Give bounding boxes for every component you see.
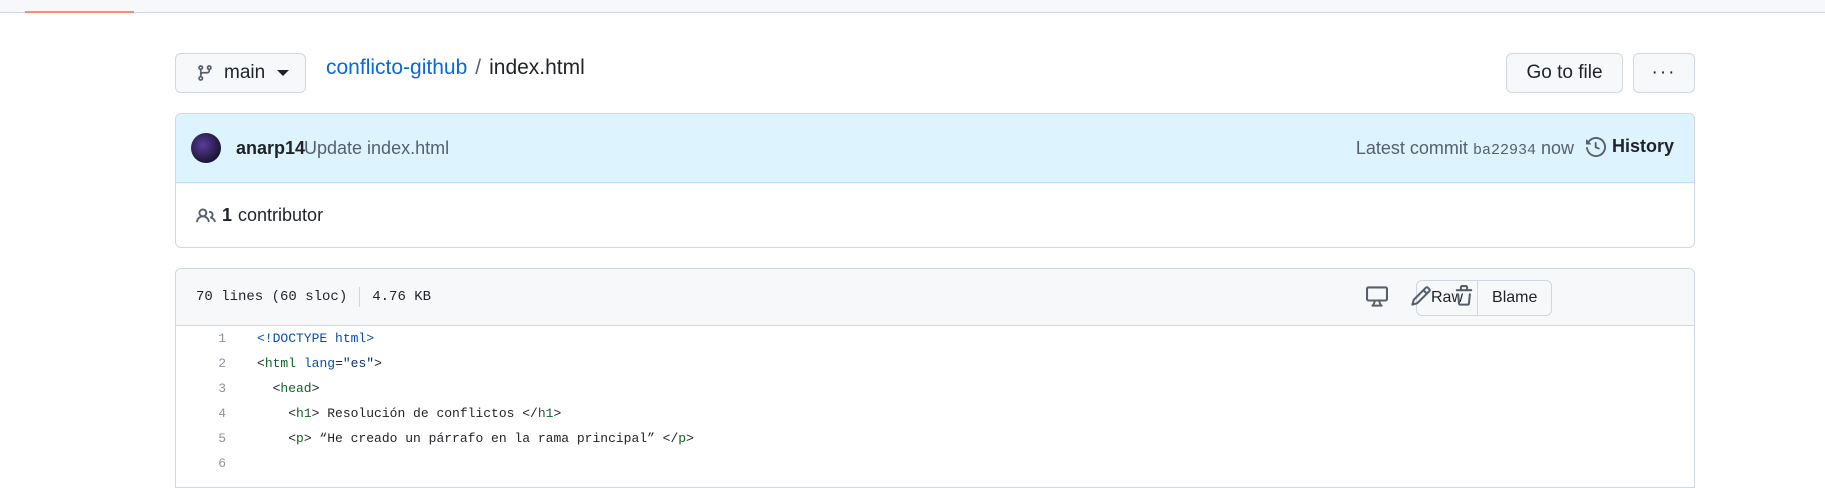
code-view: 1 <!DOCTYPE html> 2 <html lang="es"> 3 <head… (176, 326, 1694, 476)
caret-down-icon (277, 70, 290, 76)
commit-author[interactable]: anarp14 (236, 138, 305, 159)
code-line: 1 <!DOCTYPE html> (176, 326, 1694, 351)
code-text: <head> (257, 381, 320, 396)
file-size: 4.76 KB (372, 289, 432, 305)
code-line: 2 <html lang="es"> (176, 351, 1694, 376)
latest-commit-label: Latest commit (1355, 138, 1468, 158)
code-line: 4 <h1> Resolución de conflictos </h1> (176, 401, 1694, 426)
line-number[interactable]: 1 (176, 331, 257, 346)
code-line: 5 <p> “He creado un párrafo en la rama p… (176, 426, 1694, 451)
code-text: <!DOCTYPE html> (257, 331, 375, 346)
avatar[interactable] (191, 133, 221, 163)
commit-sha[interactable]: ba22934 (1473, 142, 1536, 159)
contributor-label: contributor (238, 205, 324, 225)
file-viewer: 70 lines (60 sloc) 4.76 KB Raw Blame 1 <!… (175, 268, 1695, 488)
raw-blame-group: Raw Blame (1416, 280, 1553, 316)
git-branch-icon (198, 65, 212, 81)
trash-icon[interactable] (1453, 285, 1475, 307)
file-name: index.html (489, 56, 585, 79)
commit-time: now (1540, 138, 1574, 158)
contributors-info[interactable]: 1 contributor (196, 205, 323, 226)
line-number[interactable]: 5 (176, 431, 257, 446)
history-icon (1585, 136, 1606, 157)
commit-message[interactable]: Update index.html (304, 138, 449, 159)
code-text: <p> “He creado un párrafo en la rama pri… (257, 431, 694, 446)
code-line: 6 (176, 451, 1694, 476)
people-icon (196, 207, 216, 222)
go-to-file-button[interactable]: Go to file (1506, 53, 1623, 93)
file-header: 70 lines (60 sloc) 4.76 KB Raw Blame (176, 269, 1694, 326)
more-options-button[interactable]: ··· (1633, 53, 1695, 93)
divider (359, 287, 361, 307)
history-label: History (1611, 136, 1674, 156)
repo-link[interactable]: conflicto-github (326, 56, 467, 80)
blame-button[interactable]: Blame (1477, 281, 1551, 315)
contributor-count: 1 (222, 205, 233, 225)
code-text: <h1> Resolución de conflictos </h1> (257, 406, 562, 421)
branch-label: main (224, 62, 266, 83)
pencil-icon[interactable] (1410, 285, 1432, 307)
latest-commit-info: Latest commit ba22934 now (1356, 138, 1574, 159)
branch-selector-button[interactable]: main (175, 53, 306, 93)
desktop-icon[interactable] (1366, 285, 1388, 307)
breadcrumb-separator: / (475, 56, 482, 79)
code-line: 3 <head> (176, 376, 1694, 401)
line-number[interactable]: 2 (176, 356, 257, 371)
file-info: 70 lines (60 sloc) 4.76 KB (196, 287, 431, 307)
line-number[interactable]: 4 (176, 406, 257, 421)
code-text: <html lang="es"> (257, 356, 382, 371)
history-link[interactable]: History (1585, 136, 1674, 157)
line-number[interactable]: 3 (176, 381, 257, 396)
latest-commit-box: anarp14 Update index.html Latest commit … (175, 113, 1695, 248)
breadcrumb: conflicto-github / index.html (326, 56, 585, 80)
active-tab-underline (25, 11, 134, 13)
repo-nav-strip (0, 0, 1825, 13)
line-number[interactable]: 6 (176, 456, 257, 471)
file-lines-info: 70 lines (60 sloc) (196, 289, 348, 305)
commit-bar: anarp14 Update index.html Latest commit … (176, 114, 1694, 183)
